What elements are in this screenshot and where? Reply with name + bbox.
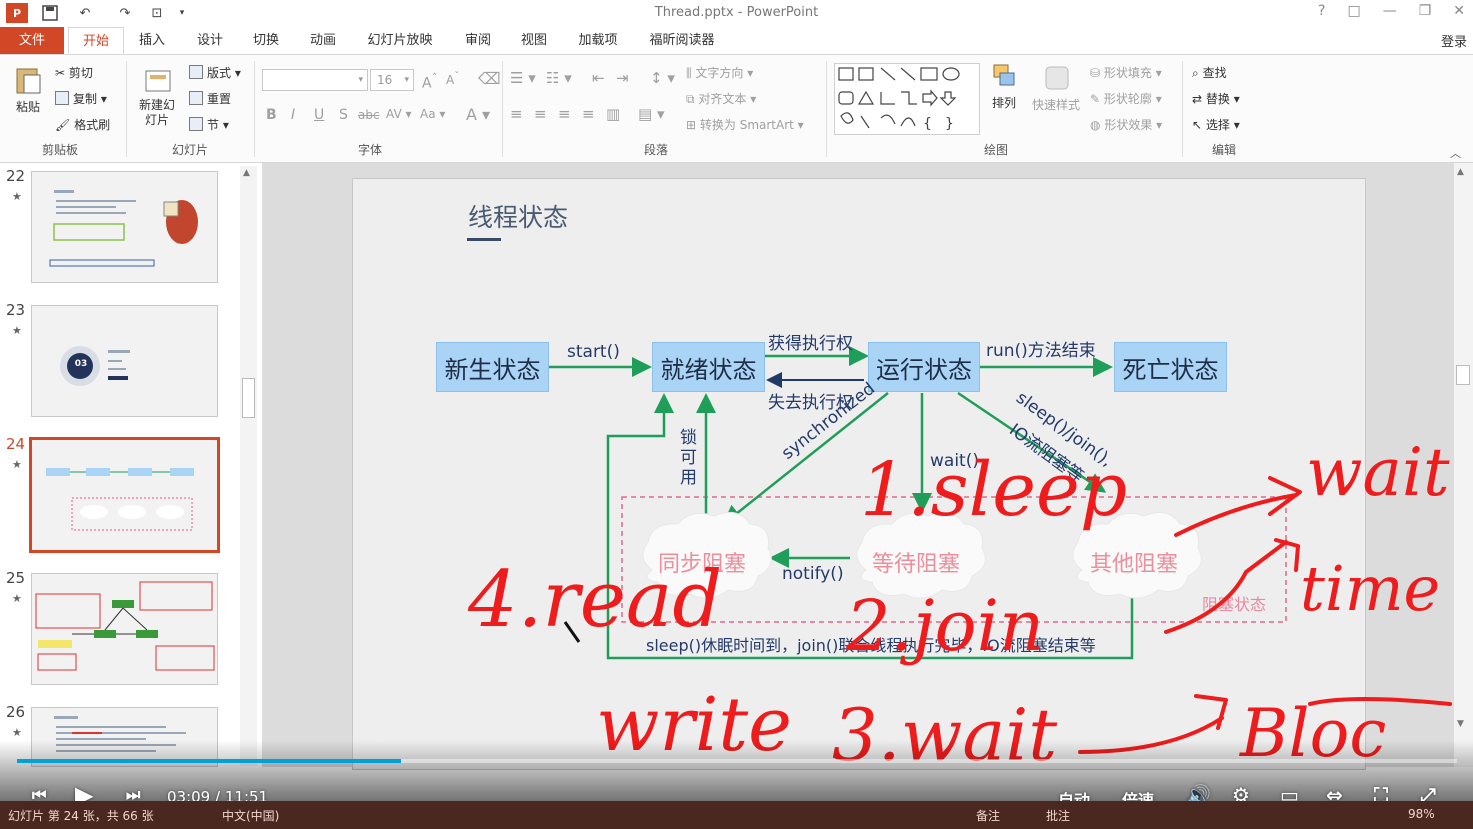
- ink-join: 2.join: [845, 585, 1044, 667]
- status-bar: 幻灯片 第 24 张，共 66 张 中文(中国) 备注 批注 98%: [0, 801, 1473, 829]
- ink-time-target: time: [1300, 552, 1440, 625]
- zoom-level[interactable]: 98%: [1408, 807, 1435, 821]
- language-indicator[interactable]: 中文(中国): [222, 807, 279, 824]
- ink-wait-target: wait: [1306, 434, 1450, 511]
- notes-button[interactable]: 备注: [976, 807, 1000, 824]
- ink-arrow-wait: [1174, 476, 1302, 537]
- ink-sleep: 1.sleep: [860, 447, 1127, 533]
- slide-info: 幻灯片 第 24 张，共 66 张: [8, 809, 154, 823]
- ink-overlay: 1.sleep 2.join 4.read write 3.wait wait …: [467, 434, 1452, 777]
- ink-arrow-time: [1164, 538, 1300, 634]
- ink-read: 4.read: [467, 555, 722, 645]
- powerpoint-window: P ↶ ↷ ⊡ ▾ Thread.pptx - PowerPoint ? □ —…: [0, 0, 1473, 829]
- comments-button[interactable]: 批注: [1046, 807, 1070, 824]
- video-progress-fill: [17, 759, 401, 763]
